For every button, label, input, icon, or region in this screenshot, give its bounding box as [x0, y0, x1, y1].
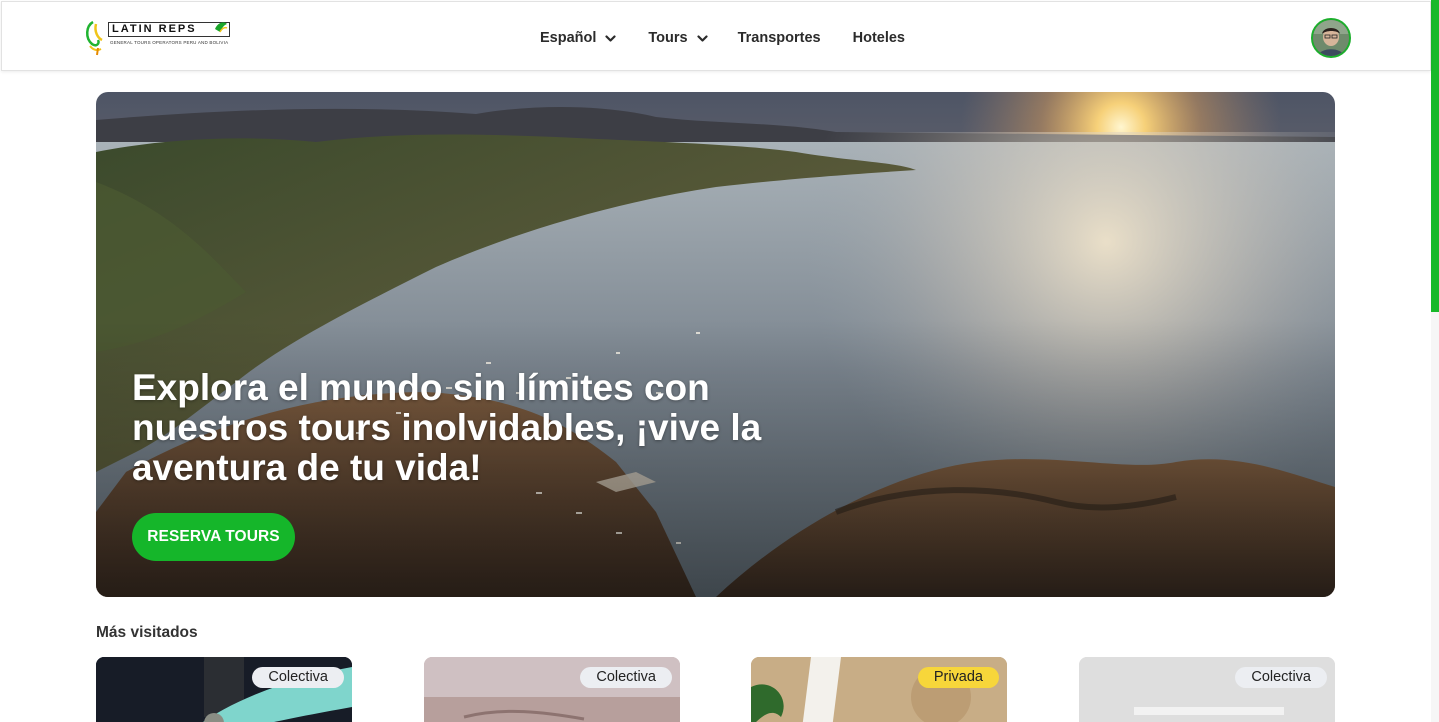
- hero-title: Explora el mundo sin límites con nuestro…: [132, 367, 762, 488]
- reserve-tours-button[interactable]: RESERVA TOURS: [132, 513, 295, 561]
- scrollbar-track[interactable]: [1431, 0, 1439, 722]
- tour-card[interactable]: Privada: [751, 657, 1007, 722]
- tour-card[interactable]: Colectiva: [96, 657, 352, 722]
- nav-link-transportes[interactable]: Transportes: [738, 30, 821, 46]
- nav-link-hoteles[interactable]: Hoteles: [853, 30, 905, 46]
- hero-banner: Explora el mundo sin límites con nuestro…: [96, 92, 1335, 597]
- tour-card[interactable]: Colectiva: [424, 657, 680, 722]
- logo-tagline: GENERAL TOURS OPERATORS PERU AND BOLIVIA: [110, 40, 229, 45]
- scrollbar-thumb[interactable]: [1431, 0, 1439, 312]
- top-navbar: LATIN REPS GENERAL TOURS OPERATORS PERU …: [1, 1, 1431, 71]
- avatar[interactable]: [1311, 18, 1351, 58]
- tour-type-badge: Privada: [917, 667, 999, 688]
- logo-leaf-icon: [215, 22, 228, 33]
- user-photo: [1313, 20, 1349, 56]
- brand-logo[interactable]: LATIN REPS GENERAL TOURS OPERATORS PERU …: [84, 18, 234, 56]
- chevron-down-icon: [605, 34, 617, 42]
- tour-type-badge: Colectiva: [252, 667, 344, 688]
- logo-wordmark: LATIN REPS: [108, 22, 230, 37]
- tour-type-badge: Colectiva: [1235, 667, 1327, 688]
- chevron-down-icon: [697, 34, 708, 42]
- nav-language-label: Español: [540, 30, 597, 46]
- nav-transportes-label: Transportes: [737, 30, 821, 46]
- nav-language-dropdown[interactable]: Español: [540, 30, 617, 46]
- nav-hoteles-label: Hoteles: [852, 30, 905, 46]
- main-nav: Español Tours Transportes Hoteles: [540, 28, 905, 48]
- section-title-most-visited: Más visitados: [96, 624, 198, 641]
- tour-card[interactable]: Colectiva: [1079, 657, 1335, 722]
- tour-type-badge: Colectiva: [580, 667, 672, 688]
- nav-tours-label: Tours: [648, 30, 688, 46]
- nav-tours-dropdown[interactable]: Tours: [648, 30, 708, 46]
